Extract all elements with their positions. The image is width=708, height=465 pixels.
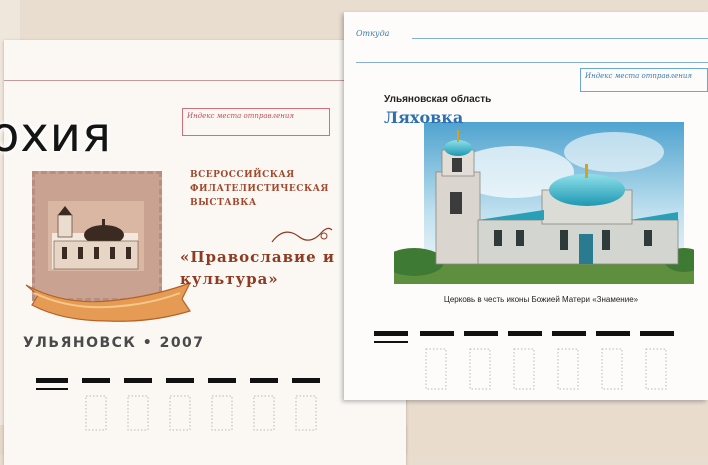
right-envelope: Откуда Индекс места отправления Ульяновс… — [344, 12, 708, 400]
exhibition-stamp — [22, 165, 192, 340]
flourish-ornament — [271, 227, 333, 243]
background-strip — [408, 405, 708, 455]
index-box-right: Индекс места отправления — [580, 68, 708, 92]
postal-code-grid — [36, 378, 320, 431]
exhibition-line-3: выставка — [190, 198, 257, 208]
index-box: Индекс места отправления — [182, 108, 330, 136]
exhibition-description: Всероссийская филателистическая выставка — [190, 168, 330, 210]
church-caption: Церковь в честь иконы Божией Матери «Зна… — [443, 295, 639, 304]
exhibition-line-1: Всероссийская — [190, 170, 295, 180]
exhibition-title: «Православие и культура» — [180, 248, 336, 288]
church-stamp-image — [48, 201, 144, 271]
ribbon-banner — [25, 281, 192, 322]
postal-code-grid-right — [374, 331, 674, 390]
from-line — [412, 38, 708, 39]
city-year: УЛЬЯНОВСК • 2007 — [23, 335, 205, 351]
exhibition-line-2: филателистическая — [190, 184, 329, 194]
address-line — [356, 62, 708, 63]
region-label: Ульяновская область — [384, 94, 492, 105]
partial-headline: охия — [0, 107, 112, 163]
village-name: Ляховка — [384, 108, 464, 127]
from-label: Откуда — [356, 29, 390, 38]
church-photo — [394, 122, 694, 284]
